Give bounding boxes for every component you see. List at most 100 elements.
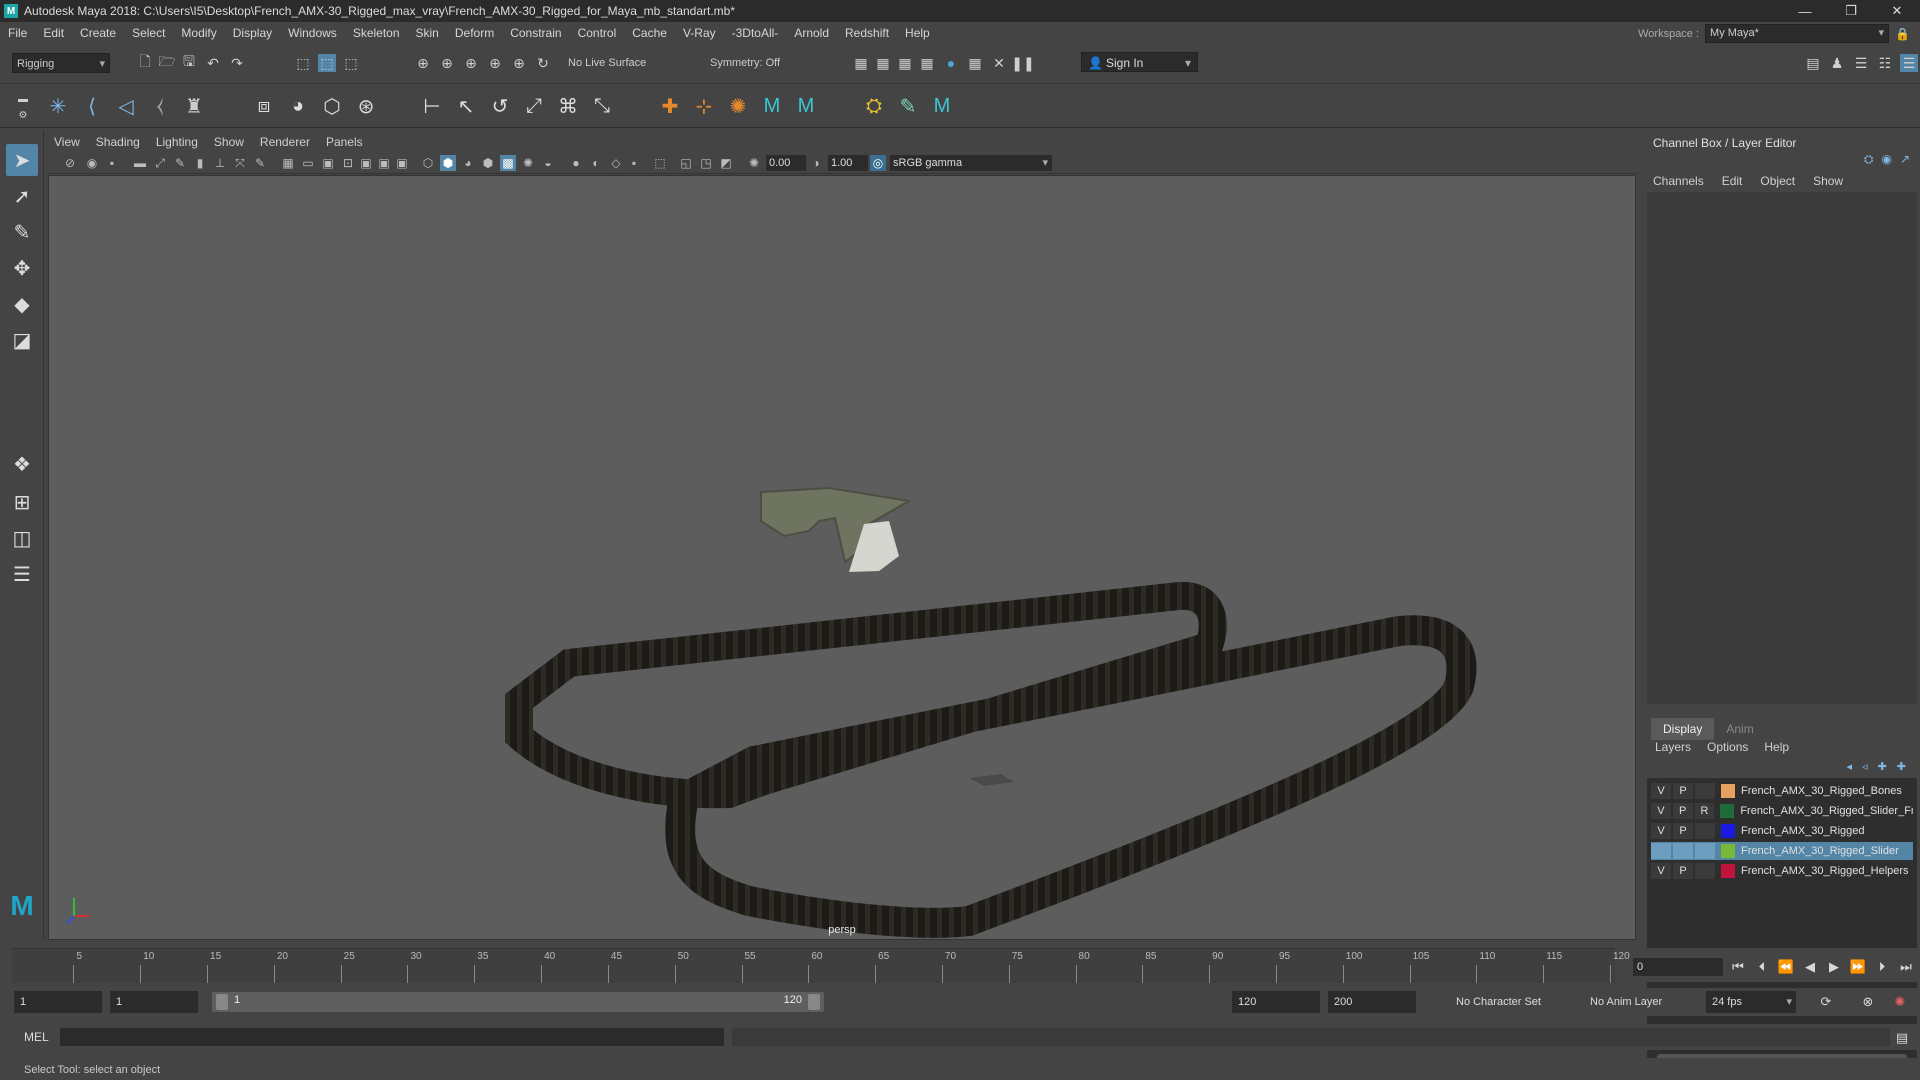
restore-icon[interactable]: ❐: [1828, 0, 1874, 22]
viewport-menu-show[interactable]: Show: [206, 135, 252, 149]
outliner-layout-icon[interactable]: ☰: [6, 558, 38, 590]
save-scene-icon[interactable]: 🖫: [180, 53, 198, 72]
orient-constraint-icon[interactable]: ↺: [486, 92, 514, 120]
film-gate-icon[interactable]: ⤧: [232, 155, 248, 171]
menu-cache[interactable]: Cache: [624, 26, 675, 40]
render-view-icon[interactable]: ▦: [966, 54, 984, 72]
channel-box-toggle-icon[interactable]: ☰: [1900, 54, 1918, 72]
menu-display[interactable]: Display: [225, 26, 280, 40]
layer-visibility-toggle[interactable]: V: [1651, 823, 1671, 839]
new-layer-icon[interactable]: ✚: [1878, 760, 1887, 773]
undo-icon[interactable]: ↶: [204, 54, 222, 72]
layer-color-swatch[interactable]: [1720, 804, 1735, 818]
xray-active-icon[interactable]: ◳: [698, 155, 714, 171]
scale-tool-icon[interactable]: ◪: [6, 324, 38, 356]
go-to-end-icon[interactable]: ⏭: [1896, 957, 1916, 977]
viewport-menu-shading[interactable]: Shading: [88, 135, 148, 149]
bookmarks-icon[interactable]: ▪: [104, 155, 120, 171]
channel-menu-channels[interactable]: Channels: [1653, 174, 1704, 188]
gate-mask-icon[interactable]: ▣: [376, 155, 392, 171]
layer-visibility-toggle[interactable]: V: [1651, 863, 1671, 879]
menu-skeleton[interactable]: Skeleton: [345, 26, 408, 40]
symmetry-dropdown[interactable]: Symmetry: Off: [706, 53, 806, 73]
vray-render-icon[interactable]: ✕: [990, 54, 1008, 72]
wireframe-on-shaded-icon[interactable]: ▩: [500, 155, 516, 171]
viewport-menu-view[interactable]: View: [46, 135, 88, 149]
character-controls-icon[interactable]: ♟: [1828, 54, 1846, 72]
layer-playback-toggle[interactable]: P: [1672, 803, 1693, 819]
loop-icon[interactable]: ⟳: [1816, 992, 1836, 1012]
grid-toggle-icon[interactable]: ⊥: [212, 155, 228, 171]
ambient-occlusion-icon[interactable]: ●: [568, 155, 584, 171]
layer-row[interactable]: V P French_AMX_30_Rigged: [1651, 822, 1913, 840]
move-layer-up-icon[interactable]: ◂: [1847, 760, 1853, 773]
create-joints-icon[interactable]: ✳: [44, 92, 72, 120]
aim-constraint-icon[interactable]: ↖: [452, 92, 480, 120]
motion-blur-icon[interactable]: ◐: [588, 155, 604, 171]
xray-joints-icon[interactable]: ◱: [678, 155, 694, 171]
color-space-dropdown[interactable]: sRGB gamma ▾: [890, 155, 1052, 171]
character-rig-icon[interactable]: ✺: [724, 92, 752, 120]
maya-tool-c-icon[interactable]: M: [928, 92, 956, 120]
channel-box-view-icon[interactable]: ◉: [1881, 152, 1891, 167]
tab-anim[interactable]: Anim: [1714, 718, 1765, 740]
range-end-handle[interactable]: [808, 994, 820, 1010]
select-hierarchy-icon[interactable]: ⬚: [294, 54, 312, 72]
play-backwards-icon[interactable]: ◀: [1800, 957, 1820, 977]
select-component-icon[interactable]: ⬚: [342, 54, 360, 72]
layer-type-toggle[interactable]: [1695, 783, 1715, 799]
layer-color-swatch[interactable]: [1721, 864, 1735, 878]
attribute-editor-icon[interactable]: ☰: [1852, 54, 1870, 72]
grease-pencil-icon[interactable]: ✎: [172, 155, 188, 171]
maya-tool-a-icon[interactable]: M: [758, 92, 786, 120]
step-back-frame-icon[interactable]: ⏴: [1752, 957, 1772, 977]
go-to-start-icon[interactable]: ⏮: [1728, 957, 1748, 977]
2d-pan-zoom-icon[interactable]: ⤢: [152, 155, 168, 171]
menu-control[interactable]: Control: [570, 26, 625, 40]
joint-orient-icon[interactable]: ⧼: [146, 92, 174, 120]
move-tool-icon[interactable]: ✥: [6, 252, 38, 284]
fps-dropdown[interactable]: 24 fps ▾: [1706, 991, 1796, 1013]
layer-type-toggle[interactable]: [1695, 863, 1715, 879]
layer-playback-toggle[interactable]: P: [1673, 783, 1693, 799]
range-slider[interactable]: 1 120: [212, 992, 824, 1012]
resolution-gate-icon[interactable]: ✎: [252, 155, 268, 171]
ik-spline-icon[interactable]: ◁: [112, 92, 140, 120]
bookmark-icon[interactable]: ▮: [192, 155, 208, 171]
rotate-tool-icon[interactable]: ◆: [6, 288, 38, 320]
point-constraint-icon[interactable]: ⊢: [418, 92, 446, 120]
menu-set-dropdown[interactable]: Rigging ▾: [12, 53, 110, 73]
layer-visibility-toggle[interactable]: [1651, 843, 1671, 859]
step-back-key-icon[interactable]: ⏪: [1776, 957, 1796, 977]
render-frame-icon[interactable]: ▦: [852, 54, 870, 72]
safe-action-icon[interactable]: ▣: [320, 155, 336, 171]
viewport-menu-renderer[interactable]: Renderer: [252, 135, 318, 149]
layer-color-swatch[interactable]: [1721, 844, 1735, 858]
layer-playback-toggle[interactable]: P: [1673, 863, 1693, 879]
snap-view-icon[interactable]: ⊕: [486, 54, 504, 72]
quick-rig-icon[interactable]: ⛭: [860, 92, 888, 120]
layout-two-icon[interactable]: ◫: [6, 522, 38, 554]
select-tool-icon[interactable]: ➤: [6, 144, 38, 176]
snap-point-icon[interactable]: ⊕: [462, 54, 480, 72]
shadows-icon[interactable]: ◒: [540, 155, 556, 171]
paint-select-icon[interactable]: ✎: [6, 216, 38, 248]
layer-row[interactable]: V P French_AMX_30_Rigged_Bones: [1651, 782, 1913, 800]
menu-file[interactable]: File: [0, 26, 35, 40]
scale-constraint-icon[interactable]: ⤢: [520, 92, 548, 120]
layer-menu-options[interactable]: Options: [1707, 740, 1748, 754]
play-forwards-icon[interactable]: ▶: [1824, 957, 1844, 977]
layer-type-toggle[interactable]: R: [1694, 803, 1715, 819]
layer-visibility-toggle[interactable]: V: [1651, 783, 1671, 799]
wireframe-icon[interactable]: ▭: [300, 155, 316, 171]
cluster-icon[interactable]: ⊛: [352, 92, 380, 120]
channel-menu-show[interactable]: Show: [1813, 174, 1843, 188]
layer-visibility-toggle[interactable]: V: [1651, 803, 1671, 819]
viewport-menu-lighting[interactable]: Lighting: [148, 135, 206, 149]
new-layer-selected-icon[interactable]: ✚: [1897, 760, 1906, 773]
gamma-icon[interactable]: ◑: [808, 155, 824, 171]
lasso-tool-icon[interactable]: ➚: [6, 180, 38, 212]
shelf-gear-icon[interactable]: ⚙: [14, 106, 32, 124]
move-layer-down-icon[interactable]: ◃: [1862, 760, 1868, 773]
playback-start-field[interactable]: 1: [110, 991, 198, 1013]
